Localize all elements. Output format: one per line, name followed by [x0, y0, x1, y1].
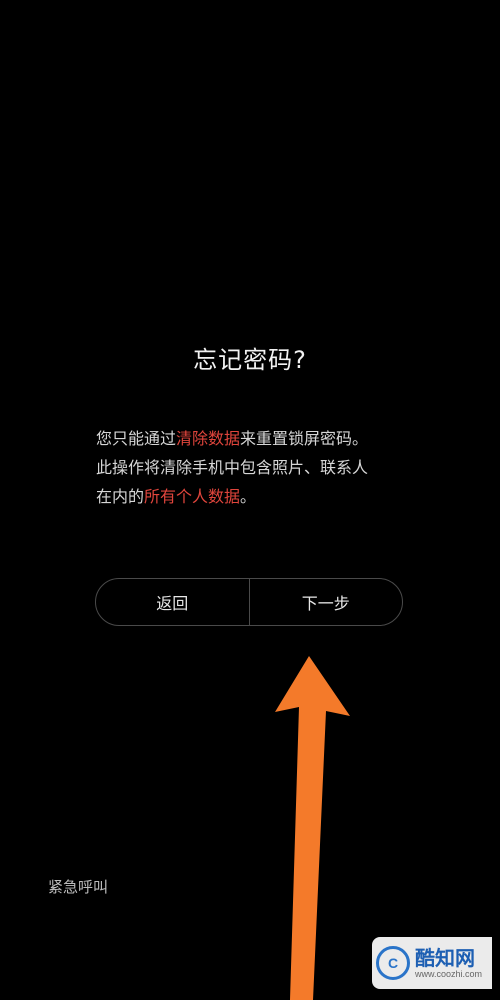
next-button[interactable]: 下一步 — [250, 579, 403, 625]
clear-data-highlight: 清除数据 — [176, 429, 241, 448]
watermark-badge: C 酷知网 www.coozhi.com — [372, 937, 492, 989]
watermark-url: www.coozhi.com — [415, 969, 483, 979]
message-line-2: 此操作将清除手机中包含照片、联系人 — [96, 458, 369, 477]
message-text: 来重置锁屏密码。 — [240, 429, 369, 448]
message-line-1: 您只能通过清除数据来重置锁屏密码。 — [96, 424, 416, 453]
message-text: 。 — [240, 487, 257, 506]
coozhi-logo-icon: C — [376, 946, 410, 980]
annotation-arrow-shape — [275, 656, 350, 1000]
dialog-message: 您只能通过清除数据来重置锁屏密码。 此操作将清除手机中包含照片、联系人 在内的所… — [96, 424, 416, 511]
watermark-text: 酷知网 www.coozhi.com — [415, 947, 482, 979]
message-line-3: 在内的所有个人数据。 — [96, 482, 416, 511]
dialog-title: 忘记密码? — [193, 346, 307, 374]
personal-data-highlight: 所有个人数据 — [144, 487, 241, 506]
back-button[interactable]: 返回 — [96, 579, 249, 625]
message-text: 在内的 — [96, 487, 145, 506]
emergency-call-link[interactable]: 紧急呼叫 — [48, 876, 108, 897]
message-text: 您只能通过 — [96, 429, 177, 448]
watermark-name: 酷知网 — [415, 946, 475, 970]
dialog-button-group: 返回 下一步 — [95, 578, 403, 626]
lock-screen: 忘记密码? 您只能通过清除数据来重置锁屏密码。 此操作将清除手机中包含照片、联系… — [0, 0, 500, 1000]
